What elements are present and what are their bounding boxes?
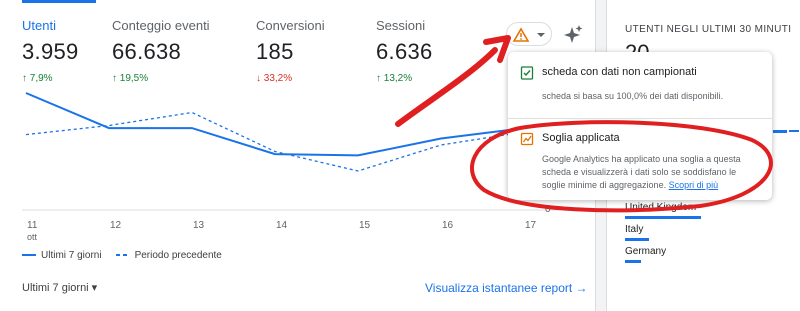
y-tick-label: 0 bbox=[545, 204, 551, 215]
line-chart: 11 12 13 14 15 16 17 ott bbox=[22, 92, 560, 242]
country-bar bbox=[625, 216, 701, 219]
realtime-bar bbox=[773, 130, 787, 133]
realtime-bar bbox=[789, 130, 799, 132]
x-tick-label: 15 bbox=[359, 220, 371, 231]
date-range-dropdown[interactable]: Ultimi 7 giorni ▾ bbox=[22, 281, 97, 294]
x-tick-label: 11 bbox=[27, 220, 38, 231]
realtime-title: UTENTI NEGLI ULTIMI 30 MINUTI bbox=[625, 24, 792, 35]
legend-item-current: Ultimi 7 giorni bbox=[22, 250, 102, 261]
overview-card: Utenti 3.959 ↑ 7,9% Conteggio eventi 66.… bbox=[0, 0, 596, 311]
chart-legend: Ultimi 7 giorni Periodo precedente bbox=[22, 250, 222, 261]
country-bar bbox=[625, 260, 641, 263]
country-label: Germany bbox=[625, 246, 667, 257]
x-tick-label: 14 bbox=[276, 220, 288, 231]
legend-label: Periodo precedente bbox=[134, 250, 222, 261]
legend-label: Ultimi 7 giorni bbox=[41, 250, 102, 261]
country-bar bbox=[625, 238, 649, 241]
x-tick-label: 13 bbox=[193, 220, 205, 231]
trend-chart-icon bbox=[520, 132, 534, 146]
x-tick-label: 12 bbox=[110, 220, 122, 231]
data-quality-popup: scheda con dati non campionati scheda si… bbox=[508, 52, 772, 200]
legend-item-previous: Periodo precedente bbox=[115, 250, 222, 261]
country-label: Italy bbox=[625, 224, 644, 235]
check-doc-icon bbox=[520, 66, 534, 80]
unsampled-title: scheda con dati non campionati bbox=[542, 66, 697, 78]
threshold-title: Soglia applicata bbox=[542, 132, 620, 144]
threshold-body: Google Analytics ha applicato una soglia… bbox=[542, 153, 762, 192]
unsampled-body: scheda si basa su 100,0% dei dati dispon… bbox=[542, 91, 724, 101]
popup-divider bbox=[508, 118, 772, 119]
country-label: United Kingdom bbox=[625, 202, 697, 213]
series-line-current bbox=[25, 92, 525, 157]
learn-more-link[interactable]: Scopri di più bbox=[669, 180, 719, 190]
view-report-link[interactable]: Visualizza istantanee report → bbox=[425, 281, 588, 295]
series-line-previous bbox=[25, 111, 525, 172]
x-tick-sublabel: ott bbox=[27, 232, 38, 242]
x-tick-label: 17 bbox=[525, 220, 537, 231]
x-tick-label: 16 bbox=[442, 220, 454, 231]
